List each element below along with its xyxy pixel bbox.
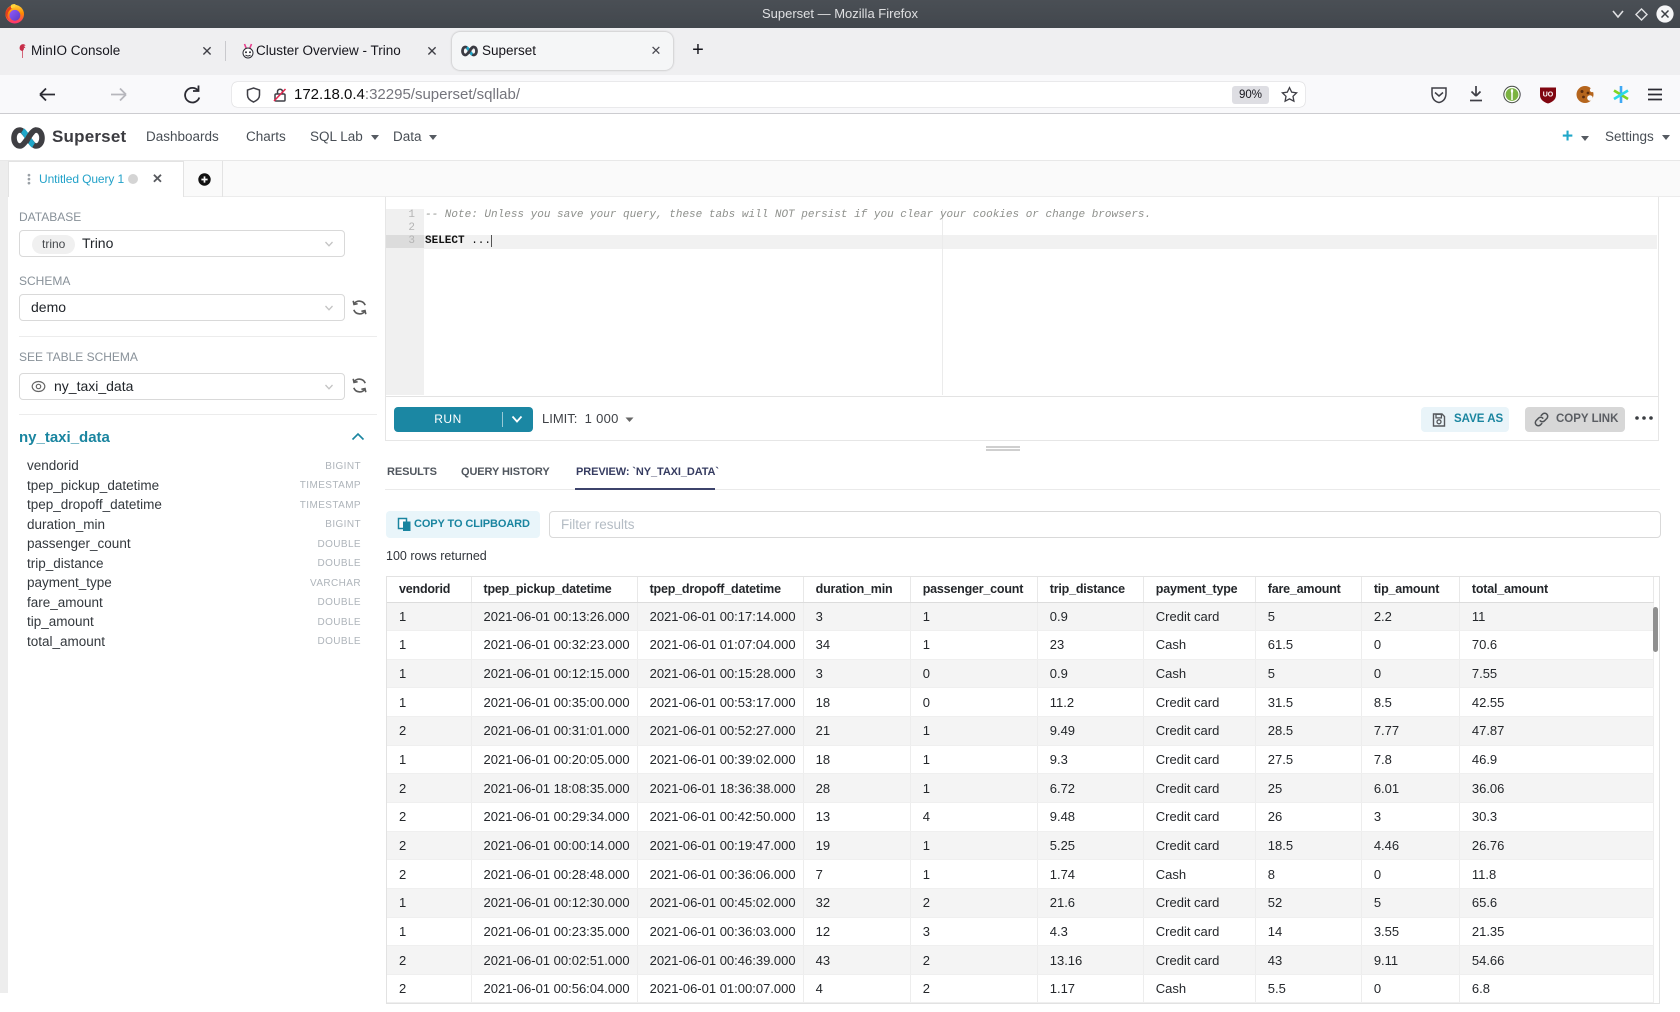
svg-text:UO: UO (1543, 92, 1554, 99)
